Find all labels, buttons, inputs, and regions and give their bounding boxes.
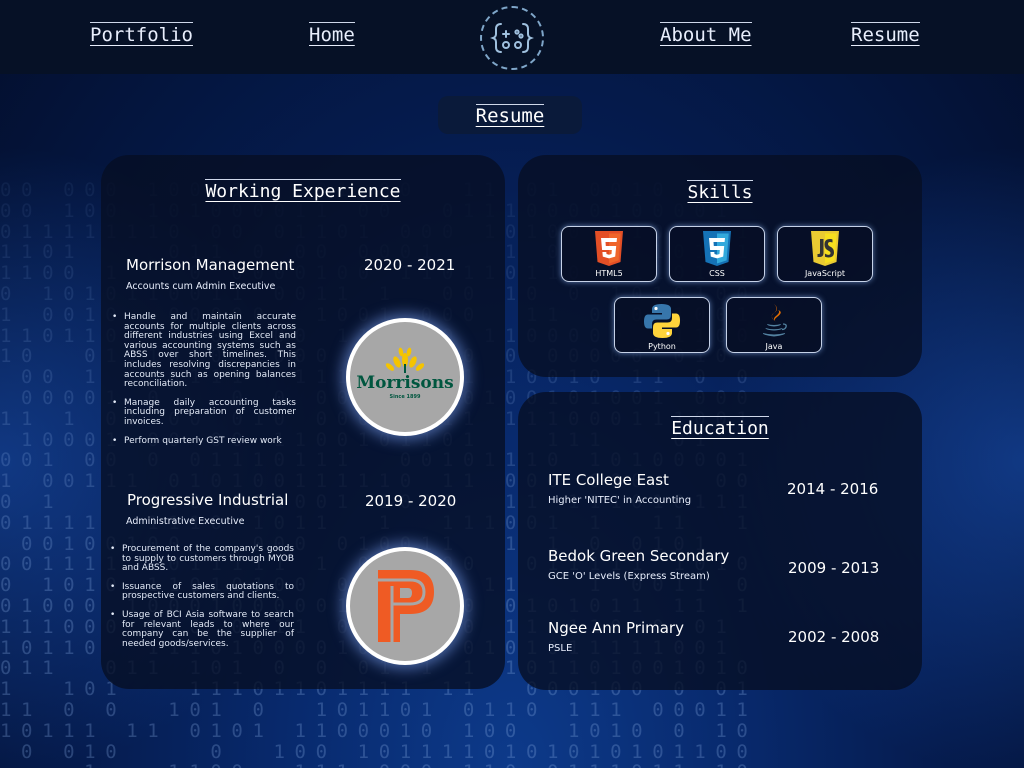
job-duty: Issuance of sales quotations to prospect… xyxy=(110,582,294,602)
edu-school: ITE College East xyxy=(548,471,669,489)
job-role: Accounts cum Admin Executive xyxy=(126,281,276,292)
morrisons-logo-text: Morrisons xyxy=(356,373,454,393)
edu-qualification: Higher 'NITEC' in Accounting xyxy=(548,495,692,506)
nav-portfolio-link[interactable]: Portfolio xyxy=(90,22,193,46)
gamepad-icon[interactable] xyxy=(480,6,544,70)
edu-qualification: GCE 'O' Levels (Express Stream) xyxy=(548,571,710,582)
skill-card-java[interactable]: Java xyxy=(726,297,822,353)
css3-icon xyxy=(703,231,731,266)
job-years: 2020 - 2021 xyxy=(364,256,456,274)
edu-school: Bedok Green Secondary xyxy=(548,547,730,565)
experience-panel: Working Experience Morrison Management A… xyxy=(101,155,505,689)
skill-card-javascript[interactable]: JavaScript xyxy=(777,226,873,282)
nav-about-link[interactable]: About Me xyxy=(660,22,752,46)
education-title: Education xyxy=(671,416,769,439)
skill-label: Java xyxy=(765,342,783,351)
page-title-box: Resume xyxy=(438,96,582,134)
python-icon xyxy=(644,304,680,338)
skill-label: Python xyxy=(648,342,676,351)
skill-label: CSS xyxy=(709,269,725,278)
morrisons-logo: Morrisons Since 1899 xyxy=(346,318,464,436)
navbar: Portfolio Home About Me Resume xyxy=(0,0,1024,74)
education-panel: Education ITE College East Higher 'NITEC… xyxy=(518,392,922,690)
job-role: Administrative Executive xyxy=(126,516,245,527)
skill-card-html5[interactable]: HTML5 xyxy=(561,226,657,282)
java-icon xyxy=(762,304,787,337)
edu-years: 2009 - 2013 xyxy=(788,559,880,577)
job-duties-list: Procurement of the company's goods to su… xyxy=(110,544,294,658)
edu-years: 2002 - 2008 xyxy=(788,628,880,646)
page-title: Resume xyxy=(475,103,545,127)
job-duty: Usage of BCI Asia software to search for… xyxy=(110,610,294,649)
job-company: Progressive Industrial xyxy=(127,491,289,509)
skill-label: HTML5 xyxy=(595,269,623,278)
job-duty: Handle and maintain accurate accounts fo… xyxy=(112,312,296,390)
edu-years: 2014 - 2016 xyxy=(787,480,879,498)
job-duty: Procurement of the company's goods to su… xyxy=(110,544,294,574)
edu-qualification: PSLE xyxy=(548,643,573,654)
job-company: Morrison Management xyxy=(126,256,295,274)
skills-title: Skills xyxy=(687,180,753,203)
skill-label: JavaScript xyxy=(804,269,846,278)
nav-home-link[interactable]: Home xyxy=(309,22,355,46)
experience-title: Working Experience xyxy=(205,179,401,202)
job-duties-list: Handle and maintain accurate accounts fo… xyxy=(112,312,296,455)
edu-school: Ngee Ann Primary xyxy=(548,619,684,637)
html5-icon xyxy=(595,231,623,266)
javascript-icon xyxy=(811,231,839,266)
job-years: 2019 - 2020 xyxy=(365,492,457,510)
job-duty: Perform quarterly GST review work xyxy=(112,436,296,447)
morrisons-logo-subtext: Since 1899 xyxy=(389,394,421,400)
skill-card-css[interactable]: CSS xyxy=(669,226,765,282)
job-duty: Manage daily accounting tasks including … xyxy=(112,398,296,428)
nav-resume-link[interactable]: Resume xyxy=(851,22,920,46)
progressive-logo xyxy=(346,547,464,665)
skills-panel: Skills HTML5 CSS JavaScript Python Java xyxy=(518,155,922,377)
skill-card-python[interactable]: Python xyxy=(614,297,710,353)
